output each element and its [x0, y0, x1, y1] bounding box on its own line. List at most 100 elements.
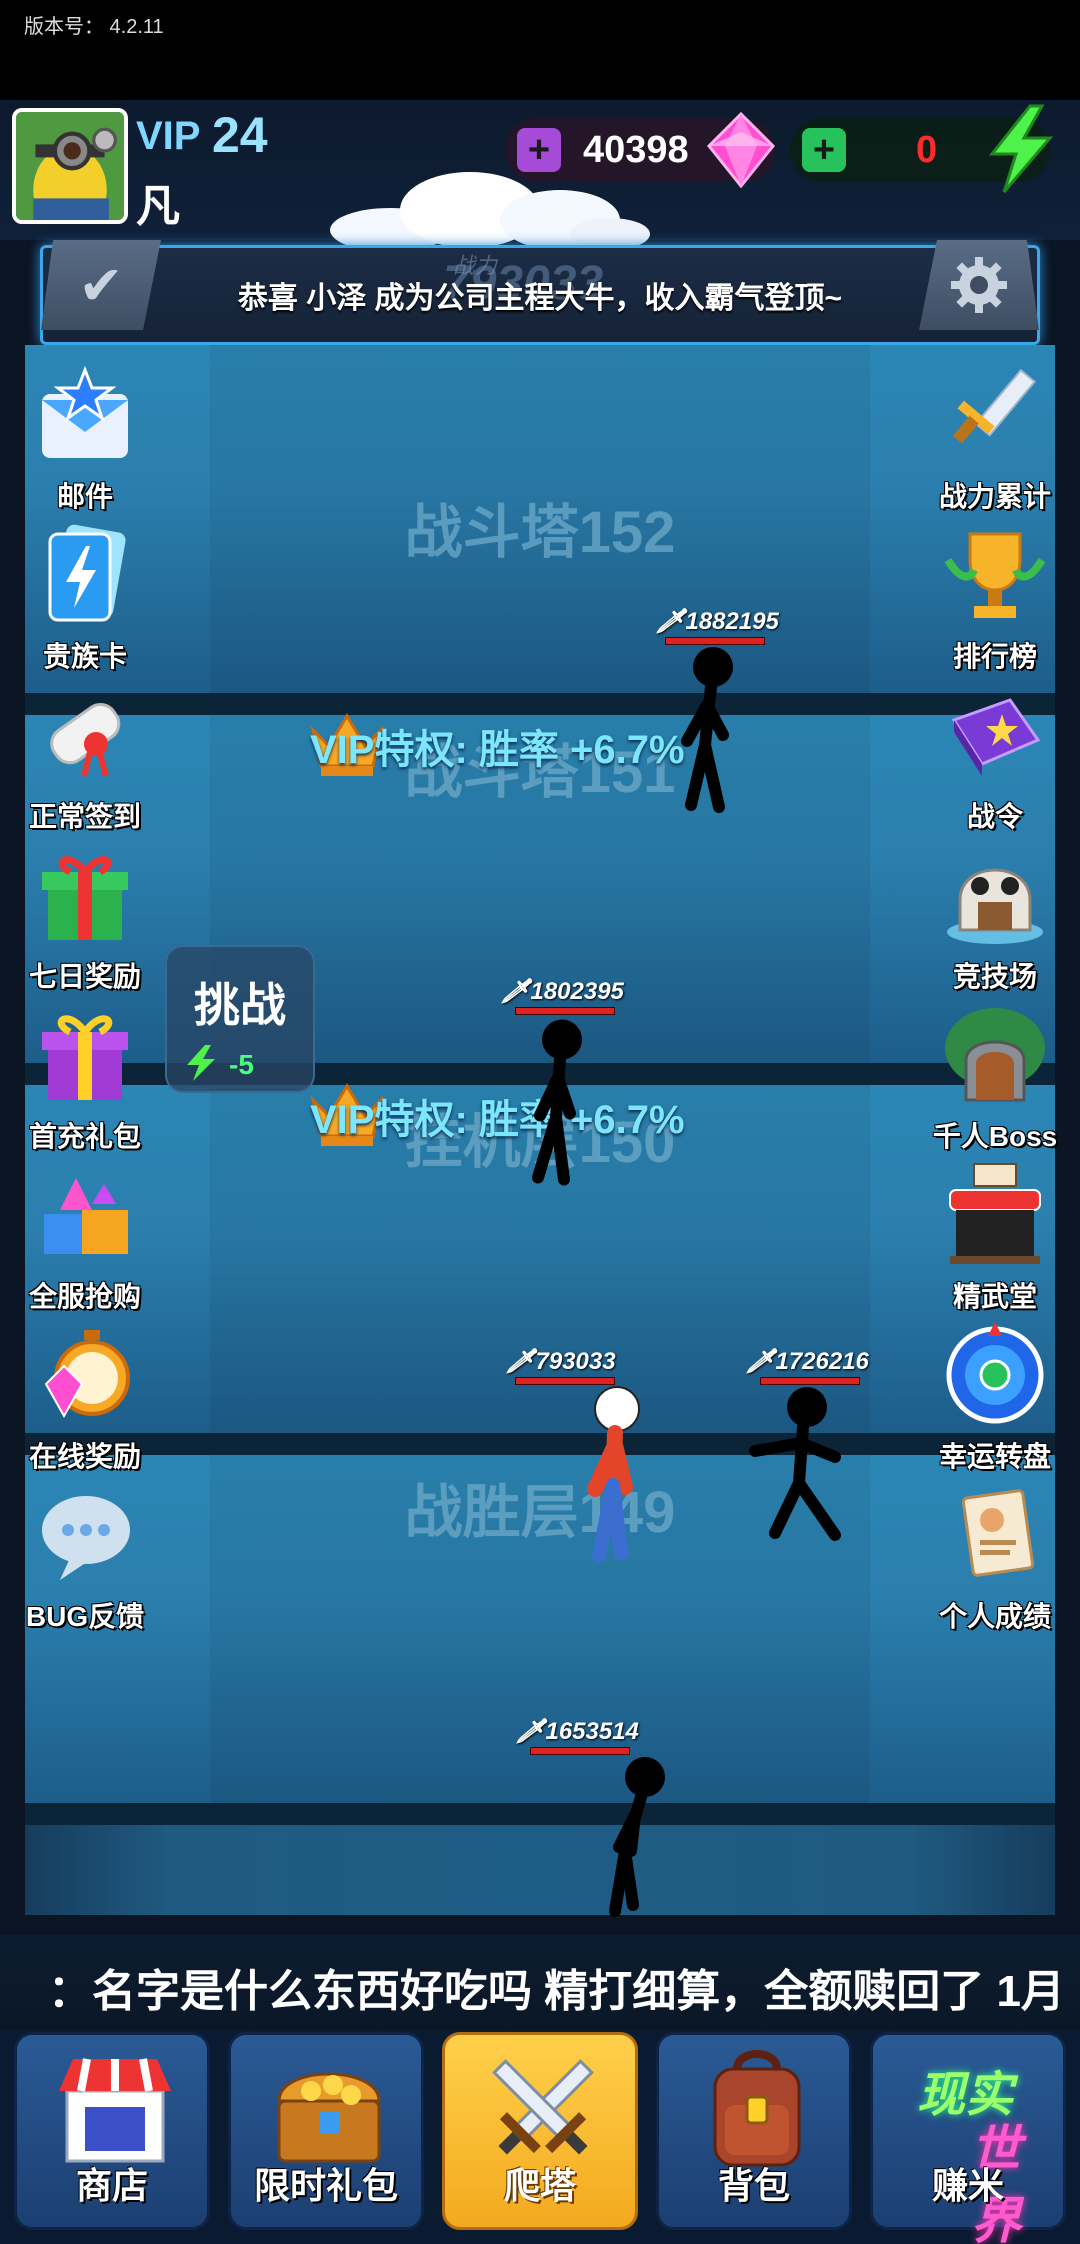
menu-label: 千人Boss	[932, 1121, 1058, 1152]
player-hp-bar	[515, 1377, 615, 1385]
menu-label: 战力累计	[938, 481, 1051, 512]
mail-button[interactable]: 邮件	[10, 360, 160, 515]
bug-feedback-button[interactable]: BUG反馈	[10, 1480, 160, 1635]
nav-earn-rice[interactable]: 现实 世界 赚米	[870, 2032, 1066, 2244]
backpack-icon	[713, 2050, 801, 2167]
leaderboard-button[interactable]: 排行榜	[920, 520, 1070, 675]
mail-icon	[42, 365, 128, 458]
floor-152[interactable]: 战斗塔152	[25, 345, 1055, 715]
battle-pass-button[interactable]: 战令	[920, 680, 1070, 835]
book-icon	[951, 698, 1041, 776]
avatar[interactable]	[12, 108, 128, 224]
lightning-icon	[988, 104, 1054, 193]
gear-icon	[951, 257, 1007, 313]
menu-label: 竞技场	[952, 961, 1037, 992]
energy-counter: + 0	[790, 104, 1054, 193]
enemy-power: 🗡1726216	[745, 1348, 869, 1375]
bottom-nav: 商店 限时礼包 爬塔 背包 现实 世界 赚米	[0, 2030, 1080, 2244]
server-flash-sale-button[interactable]: 全服抢购	[10, 1160, 160, 1315]
skull-gate-icon	[947, 868, 1043, 944]
first-charge-gift-icon	[42, 1015, 128, 1100]
nav-limited-gift[interactable]: 限时礼包	[228, 2032, 424, 2230]
add-energy-button[interactable]: +	[802, 128, 846, 172]
gem-icon	[706, 111, 776, 189]
player-name: 凡	[136, 182, 180, 231]
dojo-icon	[949, 1163, 1041, 1264]
enemy-hp-bar	[530, 1747, 630, 1755]
lucky-wheel-button[interactable]: 幸运转盘	[920, 1320, 1070, 1475]
player-stickman[interactable]	[535, 1385, 695, 1565]
nav-backpack[interactable]: 背包	[656, 2032, 852, 2230]
nav-label: 限时礼包	[253, 2165, 398, 2206]
challenge-button[interactable]: 挑战 -5	[165, 945, 315, 1093]
nav-label: 爬塔	[503, 2165, 576, 2206]
tower-area: 战斗塔152 战斗塔151 挂机层150 战胜层149 VIP特权: 胜率 +6…	[25, 345, 1055, 1917]
stopwatch-gem-icon	[44, 1330, 130, 1419]
nav-label: 背包	[717, 2165, 790, 2206]
version-label: 版本号： 4.2.11	[24, 16, 164, 38]
personal-record-button[interactable]: 个人成绩	[920, 1480, 1070, 1635]
menu-label: 正常签到	[28, 801, 141, 832]
menu-label: 贵族卡	[42, 641, 127, 672]
menu-label: 邮件	[56, 481, 113, 512]
crossed-swords-icon	[492, 2059, 594, 2155]
boss-gate-icon	[945, 1008, 1045, 1102]
sign-in-scroll-icon	[50, 702, 121, 777]
ticker-text: ：名字是什么东西好吃吗 精打细算，全额赎回了 1月	[48, 1967, 1065, 2016]
status-bar: 版本号： 4.2.11	[0, 0, 1080, 100]
add-gems-button[interactable]: +	[517, 128, 561, 172]
check-button[interactable]: ✔	[41, 240, 161, 330]
vip-label: VIP	[136, 114, 201, 158]
nav-climb-tower[interactable]: 爬塔	[442, 2032, 638, 2230]
notice-message: 恭喜 小泽 成为公司主程大牛，收入霸气登顶~	[237, 282, 843, 315]
news-ticker: ：名字是什么东西好吃吗 精打细算，全额赎回了 1月	[0, 1935, 1080, 2035]
menu-label: BUG反馈	[25, 1601, 145, 1632]
menu-label: 幸运转盘	[938, 1441, 1051, 1472]
challenge-energy-cost: -5	[229, 1049, 254, 1080]
trophy-icon	[944, 532, 1046, 618]
challenge-label: 挑战	[194, 979, 286, 1031]
nav-label: 赚米	[931, 2165, 1004, 2206]
menu-label: 全服抢购	[28, 1281, 141, 1312]
floor-name: 战斗塔152	[404, 500, 676, 565]
lightning-icon	[187, 1045, 215, 1081]
gem-count: 40398	[583, 128, 689, 171]
enemy-power: 🗡1653514	[515, 1718, 639, 1745]
checkmark-icon: ✔	[78, 255, 124, 316]
enemy-stickman[interactable]	[480, 1015, 640, 1190]
enemy-stickman[interactable]	[555, 1755, 715, 1925]
sign-in-button[interactable]: 正常签到	[10, 680, 160, 835]
enemy-hp-bar	[515, 1007, 615, 1015]
enemy-power: 🗡1802395	[500, 978, 624, 1005]
energy-count: 0	[916, 128, 938, 171]
menu-label: 个人成绩	[938, 1601, 1051, 1632]
online-reward-button[interactable]: 在线奖励	[10, 1320, 160, 1475]
menu-label: 七日奖励	[28, 961, 141, 992]
cloud-decoration	[330, 172, 650, 250]
first-charge-gift-button[interactable]: 首充礼包	[10, 1000, 160, 1155]
notice-banner: 战力 793033 恭喜 小泽 成为公司主程大牛，收入霸气登顶~ ✔	[40, 240, 1040, 345]
enemy-power: 🗡1882195	[655, 608, 779, 635]
world-boss-button[interactable]: 千人Boss	[920, 1000, 1070, 1155]
nav-label: 商店	[75, 2165, 148, 2206]
shop-icon	[59, 2058, 171, 2163]
martial-hall-button[interactable]: 精武堂	[920, 1160, 1070, 1315]
seven-day-reward-button[interactable]: 七日奖励	[10, 840, 160, 995]
vip-level: 24	[212, 107, 268, 163]
treasure-gifts-icon	[44, 1178, 128, 1254]
enemy-hp-bar	[760, 1377, 860, 1385]
settings-button[interactable]	[919, 240, 1039, 330]
noble-card-button[interactable]: 贵族卡	[10, 520, 160, 675]
power-accumulate-button[interactable]: 战力累计	[920, 360, 1070, 515]
noble-card-icon	[48, 524, 126, 622]
player-power: 🗡793033	[505, 1348, 616, 1375]
menu-label: 在线奖励	[28, 1441, 141, 1472]
menu-label: 排行榜	[952, 641, 1037, 672]
nav-shop[interactable]: 商店	[14, 2032, 210, 2230]
arena-button[interactable]: 竞技场	[920, 840, 1070, 995]
game-screen: { "version_label": "版本号： 4.2.11", "playe…	[0, 0, 1080, 2244]
enemy-stickman[interactable]	[625, 645, 785, 815]
treasure-chest-icon	[277, 2072, 381, 2163]
enemy-hp-bar	[665, 637, 765, 645]
enemy-stickman[interactable]	[725, 1385, 885, 1555]
